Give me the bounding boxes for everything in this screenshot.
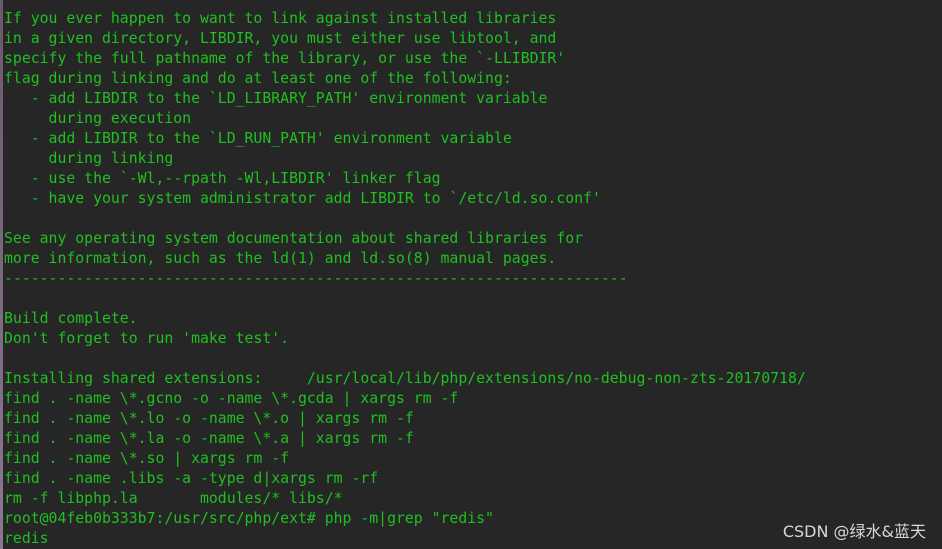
terminal-line: during execution	[4, 110, 192, 127]
terminal-line: during linking	[4, 150, 174, 167]
terminal-line: Don't forget to run 'make test'.	[4, 330, 290, 347]
terminal-line: find . -name \*.gcno -o -name \*.gcda | …	[4, 390, 459, 407]
terminal-line: find . -name \*.lo -o -name \*.o | xargs…	[4, 410, 414, 427]
terminal-line: - have your system administrator add LIB…	[4, 190, 601, 207]
terminal-line: Installing shared extensions: /usr/local…	[4, 370, 806, 387]
terminal-line: - use the `-Wl,--rpath -Wl,LIBDIR' linke…	[4, 170, 441, 187]
terminal-line: find . -name \*.la -o -name \*.a | xargs…	[4, 430, 414, 447]
terminal-line: If you ever happen to want to link again…	[4, 10, 557, 27]
terminal-line: find . -name \*.so | xargs rm -f	[4, 450, 290, 467]
desktop-edge	[0, 0, 3, 549]
terminal-line: redis	[4, 530, 49, 547]
terminal-line: See any operating system documentation a…	[4, 230, 584, 247]
terminal-line: specify the full pathname of the library…	[4, 50, 566, 67]
terminal-line: flag during linking and do at least one …	[4, 70, 512, 87]
terminal-line: more information, such as the ld(1) and …	[4, 250, 557, 267]
terminal-line: - add LIBDIR to the `LD_LIBRARY_PATH' en…	[4, 90, 548, 107]
terminal-line: root@04feb0b333b7:/usr/src/php/ext# php …	[4, 510, 494, 527]
terminal-output[interactable]: If you ever happen to want to link again…	[4, 9, 806, 549]
terminal-line: rm -f libphp.la modules/* libs/*	[4, 490, 343, 507]
terminal-line: in a given directory, LIBDIR, you must e…	[4, 30, 557, 47]
terminal-line: Build complete.	[4, 310, 138, 327]
watermark: CSDN @绿水&蓝天	[782, 522, 926, 541]
terminal-line: find . -name .libs -a -type d|xargs rm -…	[4, 470, 379, 487]
terminal-line: ----------------------------------------…	[4, 270, 628, 287]
terminal-line: - add LIBDIR to the `LD_RUN_PATH' enviro…	[4, 130, 512, 147]
